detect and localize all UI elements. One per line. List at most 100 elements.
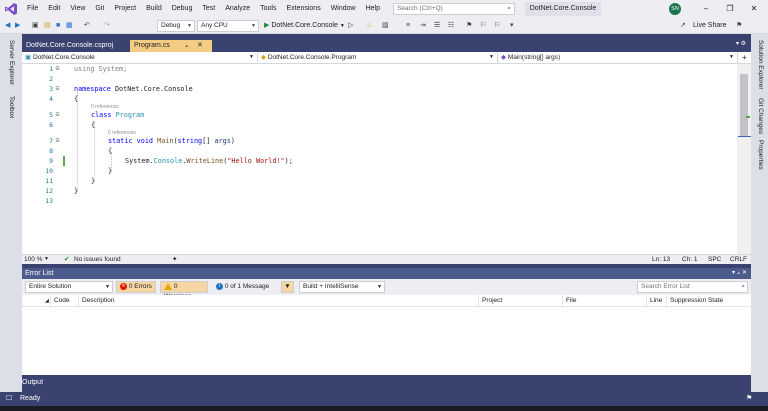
- open-folder-icon[interactable]: ▤: [44, 20, 51, 32]
- sort-icon[interactable]: ◢: [42, 295, 49, 307]
- menu-analyze[interactable]: Analyze: [220, 0, 255, 18]
- errors-filter-button[interactable]: ✕ 0 Errors: [116, 281, 156, 293]
- step-icon[interactable]: ≡: [406, 20, 410, 32]
- filter-icon[interactable]: ▼: [281, 281, 294, 293]
- start-without-debugging-icon[interactable]: ▷: [348, 20, 353, 32]
- column-file[interactable]: File: [562, 295, 646, 307]
- code-line: 6 {: [22, 120, 737, 130]
- comment-icon[interactable]: ☰: [434, 20, 440, 32]
- source-select[interactable]: Build + IntelliSense ▼: [299, 281, 385, 293]
- menu-git[interactable]: Git: [90, 0, 109, 18]
- menu-tools[interactable]: Tools: [255, 0, 281, 18]
- project-dropdown[interactable]: ▣ DotNet.Core.Console ▼: [22, 52, 258, 63]
- menu-help[interactable]: Help: [361, 0, 385, 18]
- fold-icon[interactable]: ⊟: [54, 85, 61, 92]
- avatar[interactable]: SN: [669, 3, 681, 15]
- toolbox-tab[interactable]: Toolbox: [8, 96, 15, 118]
- tab-csproj[interactable]: DotNet.Core.Console.csproj: [22, 40, 128, 52]
- column-description[interactable]: Description: [78, 295, 478, 307]
- add-icon[interactable]: +: [738, 52, 751, 63]
- uncomment-icon[interactable]: ☷: [448, 20, 454, 32]
- browse-icon[interactable]: ▧: [382, 20, 389, 32]
- hot-reload-icon[interactable]: ♨: [366, 20, 372, 32]
- forward-icon[interactable]: ▶: [15, 20, 20, 32]
- solution-explorer-tab[interactable]: Solution Explorer: [757, 40, 764, 90]
- play-icon: ▶: [264, 22, 270, 29]
- menu-window[interactable]: Window: [326, 0, 361, 18]
- configuration-select[interactable]: Debug ▼: [157, 20, 195, 32]
- fold-icon[interactable]: ⊟: [54, 65, 61, 72]
- output-tab[interactable]: Output: [22, 377, 52, 389]
- back-icon[interactable]: ◀: [5, 20, 10, 32]
- minimize-icon[interactable]: –: [694, 0, 718, 18]
- menu-edit[interactable]: Edit: [43, 0, 65, 18]
- server-explorer-tab[interactable]: Server Explorer: [8, 40, 15, 85]
- save-icon[interactable]: ■: [56, 20, 60, 32]
- tab-program-cs[interactable]: Program.cs ⫠ ✕: [130, 40, 212, 52]
- navigation-bar: ▣ DotNet.Core.Console ▼ ◆ DotNet.Core.Co…: [22, 52, 751, 64]
- restore-icon[interactable]: ❐: [718, 0, 742, 18]
- search-input[interactable]: Search (Ctrl+Q) ⌕: [393, 3, 515, 15]
- chevron-down-icon: ▼: [187, 23, 192, 29]
- bookmark-icon[interactable]: ⚑: [466, 20, 472, 32]
- menu-project[interactable]: Project: [109, 0, 141, 18]
- warnings-filter-button[interactable]: 0 Warnings: [160, 281, 208, 300]
- vertical-scrollbar[interactable]: [737, 64, 751, 254]
- issues-status[interactable]: No issues found: [74, 255, 121, 264]
- chevron-down-icon[interactable]: ▼: [44, 255, 49, 264]
- tab-dropdown-icon[interactable]: ▾ ⚙: [736, 40, 746, 47]
- menu-debug[interactable]: Debug: [167, 0, 198, 18]
- error-list-header: Error List ▾ ⫠ ✕: [22, 268, 751, 279]
- live-share-button[interactable]: Live Share: [693, 20, 726, 32]
- type-dropdown[interactable]: ◆ DotNet.Core.Console.Program ▼: [258, 52, 498, 63]
- scope-select[interactable]: Entire Solution ▼: [25, 281, 113, 293]
- class-icon: ◆: [261, 54, 266, 61]
- visual-studio-logo-icon[interactable]: [0, 0, 22, 18]
- brace: {: [74, 95, 79, 103]
- menu-view[interactable]: View: [65, 0, 90, 18]
- platform-select[interactable]: Any CPU ▼: [197, 20, 259, 32]
- undo-icon[interactable]: ↶: [84, 20, 90, 32]
- close-icon[interactable]: ✕: [742, 0, 766, 18]
- close-icon[interactable]: ✕: [197, 40, 203, 52]
- column-line[interactable]: Line: [646, 295, 666, 307]
- code-editor[interactable]: 1 ⊟ using System; 2 3 ⊟ namespace DotNet…: [22, 64, 751, 254]
- menu-test[interactable]: Test: [197, 0, 220, 18]
- menu-build[interactable]: Build: [141, 0, 167, 18]
- line-number: 6: [49, 121, 53, 129]
- start-debugging-button[interactable]: ▶ DotNet.Core.Console ▼: [264, 20, 345, 32]
- indent-icon[interactable]: ⇥: [420, 20, 426, 32]
- menu-extensions[interactable]: Extensions: [281, 0, 325, 18]
- column-project[interactable]: Project: [478, 295, 562, 307]
- notifications-icon[interactable]: ⚑: [746, 392, 752, 406]
- menu-file[interactable]: File: [22, 0, 43, 18]
- code-line: 4 {: [22, 94, 737, 104]
- error-list-search-input[interactable]: Search Error List ⌕: [637, 281, 748, 293]
- zoom-level[interactable]: 100 %: [24, 255, 42, 264]
- prev-bookmark-icon[interactable]: ⚐: [480, 20, 486, 32]
- indent-mode[interactable]: SPC: [708, 255, 721, 264]
- properties-tab[interactable]: Properties: [757, 140, 764, 170]
- toolbar-options-icon[interactable]: ▾: [510, 20, 514, 32]
- column-code[interactable]: Code: [50, 295, 78, 307]
- line-endings[interactable]: CRLF: [730, 255, 747, 264]
- new-item-icon[interactable]: ▣: [32, 20, 39, 32]
- chevron-down-icon: ▼: [339, 23, 345, 29]
- fold-icon[interactable]: ⊟: [54, 137, 61, 144]
- scrollbar-thumb[interactable]: [740, 74, 748, 136]
- save-all-icon[interactable]: ▦: [66, 20, 73, 32]
- feedback-icon[interactable]: ⚑: [736, 20, 742, 32]
- taskbar: [0, 406, 768, 411]
- messages-filter-button[interactable]: i 0 of 1 Message: [216, 281, 269, 293]
- cursor-column: Ch: 1: [682, 256, 698, 263]
- git-changes-tab[interactable]: Git Changes: [757, 98, 764, 134]
- column-suppression-state[interactable]: Suppression State: [666, 295, 751, 307]
- redo-icon[interactable]: ↷: [104, 20, 110, 32]
- fold-icon[interactable]: ⊟: [54, 111, 61, 118]
- pin-icon[interactable]: ⫠: [185, 40, 189, 52]
- brush-icon[interactable]: ✦: [172, 255, 177, 264]
- member-dropdown[interactable]: ◆ Main(string[] args) ▼: [498, 52, 738, 63]
- next-bookmark-icon[interactable]: ⚐: [494, 20, 500, 32]
- warning-icon: [164, 282, 172, 290]
- panel-controls-icon[interactable]: ▾ ⫠ ✕: [732, 268, 747, 279]
